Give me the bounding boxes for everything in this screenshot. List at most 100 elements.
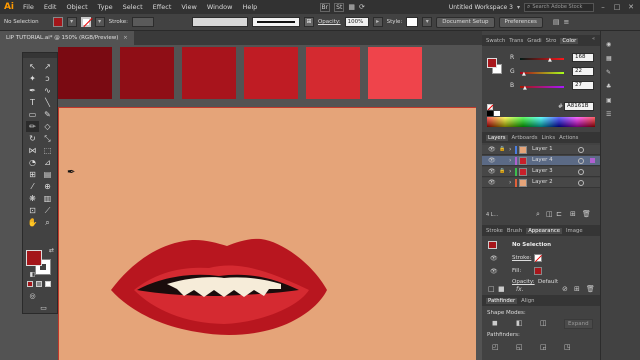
app-logo[interactable]: Ai: [0, 0, 18, 14]
rotate-tool-icon[interactable]: ↻: [26, 133, 39, 144]
layer-name[interactable]: Layer 3: [532, 168, 553, 174]
blend-tool-icon[interactable]: ⊕: [41, 181, 54, 192]
layer-row[interactable]: 👁 🔒 › Layer 3: [482, 167, 600, 177]
draw-mode-icon[interactable]: ◎: [26, 291, 39, 302]
tab-pathfinder-align[interactable]: Align: [521, 298, 534, 304]
selection-tool-icon[interactable]: ↖: [26, 61, 39, 72]
tab-color-stro[interactable]: Stro: [546, 38, 557, 44]
visibility-eye-icon[interactable]: 👁: [488, 168, 496, 175]
menu-item-edit[interactable]: Edit: [39, 3, 62, 11]
lock-icon[interactable]: 🔒: [499, 168, 505, 174]
stroke-swatch[interactable]: [80, 17, 93, 28]
tab-appearance-image[interactable]: Image: [566, 228, 583, 234]
menu-item-window[interactable]: Window: [202, 3, 238, 11]
expand-chevron-icon[interactable]: ›: [509, 168, 511, 175]
doc-icon[interactable]: ⊞: [303, 17, 314, 27]
dock-layers-icon[interactable]: ☰: [606, 111, 640, 121]
slice-tool-icon[interactable]: ⟋: [41, 205, 54, 216]
tab-color-gradi[interactable]: Gradi: [527, 38, 541, 44]
layer-name[interactable]: Layer 4: [532, 157, 553, 163]
divide-icon[interactable]: ◰: [492, 343, 499, 351]
paintbrush-tool-icon[interactable]: ✎: [41, 109, 54, 120]
visibility-eye-icon[interactable]: 👁: [488, 157, 496, 164]
eyedropper-tool-icon[interactable]: ⁄: [26, 181, 39, 192]
tab-pathfinder-pathfinder[interactable]: Pathfinder: [486, 297, 518, 304]
zoom-tool-icon[interactable]: ⌕: [41, 217, 54, 228]
workspace-switcher[interactable]: Untitled Workspace 3: [449, 4, 513, 11]
appearance-fill-swatch[interactable]: [534, 267, 542, 275]
tab-color-color[interactable]: Color: [560, 37, 579, 44]
r-slider-thumb[interactable]: ▲: [548, 57, 552, 63]
document-setup-button[interactable]: Document Setup: [436, 16, 495, 28]
line-tool-icon[interactable]: ╲: [41, 97, 54, 108]
b-value[interactable]: 27: [572, 81, 594, 90]
brush-definition[interactable]: [251, 17, 300, 27]
grid-icon[interactable]: ▦: [348, 3, 355, 11]
screen-mode-icon[interactable]: ▭: [37, 303, 50, 314]
white-swatch[interactable]: [494, 111, 500, 116]
visibility-eye-icon[interactable]: 👁: [488, 146, 496, 153]
symbol-sprayer-tool-icon[interactable]: ❋: [26, 193, 39, 204]
trim-icon[interactable]: ◱: [516, 343, 523, 351]
menu-item-select[interactable]: Select: [118, 3, 148, 11]
hand-tool-icon[interactable]: ✋: [26, 217, 39, 228]
expand-chevron-icon[interactable]: ›: [509, 157, 511, 164]
none-mode-button[interactable]: [45, 281, 51, 287]
panel-menu-icon[interactable]: ≡: [564, 18, 570, 26]
expand-chevron-icon[interactable]: ›: [509, 179, 511, 186]
dock-symbols-icon[interactable]: ♣: [606, 83, 640, 93]
style-dropdown[interactable]: ▾: [422, 17, 433, 27]
menu-item-help[interactable]: Help: [237, 3, 262, 11]
minus-front-icon[interactable]: ◧: [516, 319, 523, 327]
delete-item-icon[interactable]: 🗑: [586, 285, 595, 293]
tab-appearance-brush[interactable]: Brush: [507, 228, 522, 234]
r-slider[interactable]: [520, 58, 564, 60]
menu-item-file[interactable]: File: [18, 3, 39, 11]
fill-color-box[interactable]: [26, 250, 42, 266]
appearance-opacity-label[interactable]: Opacity:: [512, 279, 535, 285]
search-input[interactable]: Search Adobe Stock: [532, 4, 582, 10]
lips-artwork[interactable]: [59, 108, 477, 360]
canvas-area[interactable]: ✒: [22, 45, 482, 360]
none-swatch[interactable]: [487, 104, 494, 111]
color-swatch-4[interactable]: [244, 47, 298, 99]
clipping-mask-icon[interactable]: ◫: [546, 210, 553, 218]
black-swatch[interactable]: [487, 111, 493, 116]
tab-layers-layers[interactable]: Layers: [486, 134, 508, 141]
color-mode-button[interactable]: [27, 281, 33, 287]
locate-object-icon[interactable]: ⌕: [536, 210, 540, 219]
curvature-tool-icon[interactable]: ∿: [41, 85, 54, 96]
gradient-mode-button[interactable]: [36, 281, 42, 287]
document-tab[interactable]: LIP TUTORIAL.ai* @ 150% (RGB/Preview) ×: [0, 31, 134, 45]
dock-brushes-icon[interactable]: ✎: [606, 69, 640, 79]
lock-icon[interactable]: 🔒: [499, 146, 505, 152]
color-swatch-5[interactable]: [306, 47, 360, 99]
free-transform-tool-icon[interactable]: ⬚: [41, 145, 54, 156]
layer-row[interactable]: 👁 › Layer 4: [482, 156, 600, 166]
arrange-icon[interactable]: ▤: [553, 18, 560, 26]
g-slider[interactable]: [520, 72, 564, 74]
merge-icon[interactable]: ◲: [540, 343, 547, 351]
tab-layers-artboards[interactable]: Artboards: [512, 135, 538, 141]
new-stroke-icon[interactable]: □: [488, 285, 495, 293]
color-swatch-3[interactable]: [182, 47, 236, 99]
type-tool-icon[interactable]: T: [26, 97, 39, 108]
g-slider-thumb[interactable]: ▲: [522, 71, 526, 77]
tab-layers-actions[interactable]: Actions: [559, 135, 578, 141]
pen-tool-icon[interactable]: ✒: [26, 85, 39, 96]
dock-color-icon[interactable]: ◉: [606, 41, 640, 51]
fill-dropdown[interactable]: ▾: [66, 17, 77, 27]
tab-close-icon[interactable]: ×: [123, 35, 128, 41]
visibility-eye-icon[interactable]: 👁: [488, 179, 496, 186]
layer-name[interactable]: Layer 1: [532, 146, 553, 152]
appearance-fill-eye-icon[interactable]: 👁: [490, 268, 498, 275]
dock-graphic-styles-icon[interactable]: ▣: [606, 97, 640, 107]
tab-appearance-appearance[interactable]: Appearance: [526, 227, 562, 234]
delete-layer-icon[interactable]: 🗑: [582, 210, 591, 218]
clear-appearance-icon[interactable]: ⊘: [562, 285, 568, 293]
new-fill-icon[interactable]: ■: [498, 285, 505, 293]
opacity-label[interactable]: Opacity:: [318, 19, 341, 25]
expand-chevron-icon[interactable]: ›: [509, 146, 511, 153]
variable-width-profile[interactable]: [191, 17, 248, 27]
appearance-stroke-swatch[interactable]: [534, 254, 543, 263]
